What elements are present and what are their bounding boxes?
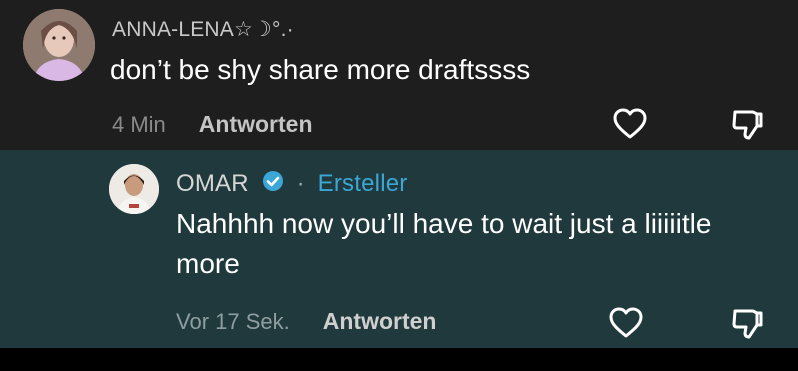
heart-outline-icon[interactable] <box>606 303 646 343</box>
verified-check-icon <box>262 170 284 199</box>
reply-button[interactable]: Antworten <box>199 111 313 138</box>
thumbs-down-outline-icon[interactable] <box>727 303 767 343</box>
comment-anna-lena: ANNA-LENA☆☽°.· don’t be shy share more d… <box>0 0 798 150</box>
heart-outline-icon[interactable] <box>610 104 650 144</box>
comment-omar: OMAR · Ersteller Nahhhh now you’ll have … <box>0 150 798 348</box>
avatar[interactable] <box>109 164 159 214</box>
comment-text: Nahhhh now you’ll have to wait just a li… <box>176 208 712 279</box>
separator: · <box>296 170 305 197</box>
creator-header: OMAR · Ersteller <box>176 170 407 199</box>
comment-text: don’t be shy share more draftssss <box>110 54 531 85</box>
thumbs-down-outline-icon[interactable] <box>727 104 767 144</box>
bottom-bar <box>0 348 798 371</box>
username[interactable]: OMAR <box>176 170 249 197</box>
avatar[interactable] <box>23 9 95 81</box>
reply-button[interactable]: Antworten <box>323 308 437 335</box>
comment-meta: 4 Min Antworten <box>112 111 313 138</box>
timestamp: 4 Min <box>112 112 166 137</box>
username[interactable]: ANNA-LENA☆☽°.· <box>112 17 294 42</box>
creator-badge: Ersteller <box>317 170 408 197</box>
comment-meta: Vor 17 Sek. Antworten <box>176 308 436 335</box>
timestamp: Vor 17 Sek. <box>176 309 290 334</box>
